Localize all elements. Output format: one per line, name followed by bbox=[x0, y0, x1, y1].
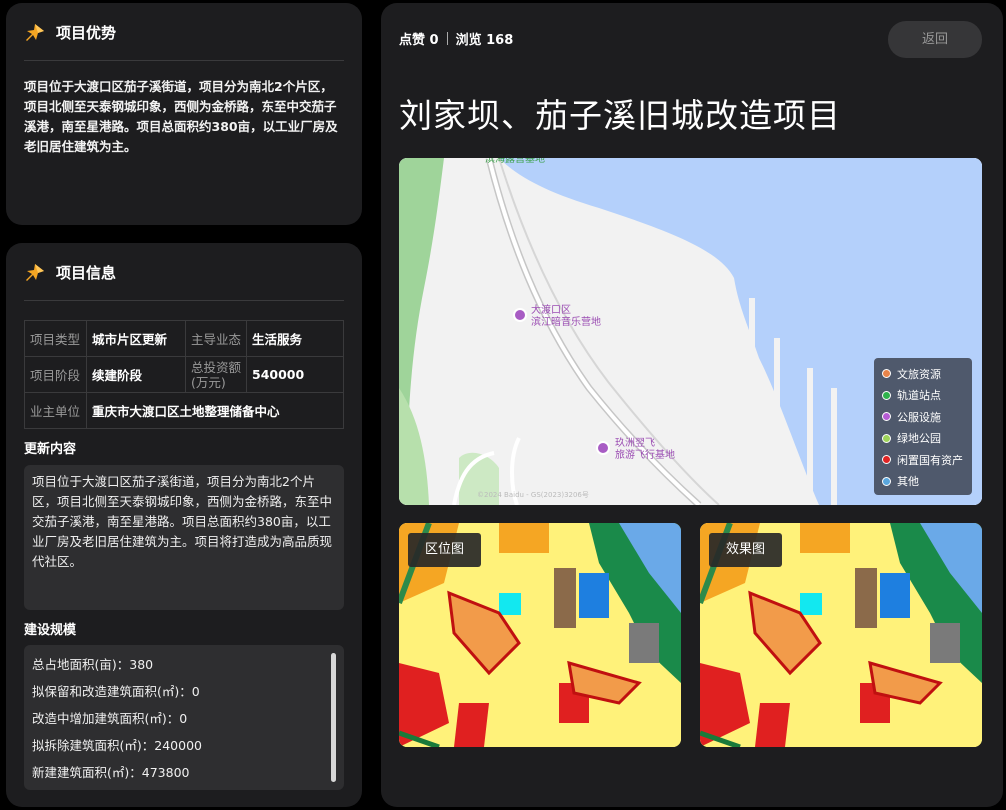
legend-dot-icon bbox=[882, 412, 891, 422]
legend-label: 轨道站点 bbox=[897, 389, 941, 403]
business-label: 主导业态 bbox=[185, 320, 247, 357]
update-content: 项目位于大渡口区茄子溪街道，项目分为南北2个片区，项目北侧至天泰钢城印象，西侧为… bbox=[24, 465, 344, 610]
info-header: 项目信息 bbox=[24, 261, 344, 301]
pin-icon bbox=[26, 24, 44, 41]
legend-item[interactable]: 轨道站点 bbox=[882, 385, 964, 407]
legend-item[interactable]: 闲置国有资产 bbox=[882, 449, 964, 471]
poi-label: 玖洲翌飞 旅游飞行基地 bbox=[615, 438, 675, 461]
invest-label: 总投资额 (万元) bbox=[185, 356, 247, 393]
poi-label: 大渡口区 滨江暗音乐营地 bbox=[531, 305, 601, 328]
project-info-card: 项目信息 项目类型 城市片区更新 主导业态 生活服务 项目阶段 续建阶段 总投资… bbox=[6, 243, 362, 807]
likes-count[interactable]: 点赞 0 bbox=[399, 29, 439, 48]
legend-dot-icon bbox=[882, 390, 891, 400]
thumbnail-label: 效果图 bbox=[709, 533, 782, 567]
advantage-title: 项目优势 bbox=[56, 24, 117, 42]
legend-item[interactable]: 公服设施 bbox=[882, 406, 964, 428]
advantage-header: 项目优势 bbox=[24, 21, 344, 61]
scale-row: 拟保留和改造建筑面积(㎡)：0 bbox=[32, 684, 200, 699]
stats-bar: 点赞 0 浏览 168 bbox=[399, 29, 513, 48]
project-detail-card: 点赞 0 浏览 168 返回 刘家坝、茄子溪旧城改造项目 大渡口区 滨江暗音乐营… bbox=[381, 3, 1003, 807]
page-title: 刘家坝、茄子溪旧城改造项目 bbox=[399, 96, 841, 135]
scale-row: 新建建筑面积(㎡)：473800 bbox=[32, 765, 190, 780]
scale-row: 改造中增加建筑面积(㎡)：0 bbox=[32, 711, 188, 726]
legend-label: 闲置国有资产 bbox=[897, 453, 963, 467]
location-map[interactable]: 大渡口区 滨江暗音乐营地 玖洲翌飞 旅游飞行基地 滨海露营基地 ©2024 Ba… bbox=[399, 158, 982, 505]
location-plan-thumbnail[interactable]: 区位图 bbox=[399, 523, 681, 747]
project-info-table: 项目类型 城市片区更新 主导业态 生活服务 项目阶段 续建阶段 总投资额 (万元… bbox=[24, 320, 344, 429]
scale-row: 总占地面积(亩)：380 bbox=[32, 657, 154, 672]
legend-label: 绿地公园 bbox=[897, 432, 941, 446]
legend-label: 公服设施 bbox=[897, 410, 941, 424]
back-button[interactable]: 返回 bbox=[888, 21, 982, 58]
legend-item[interactable]: 绿地公园 bbox=[882, 428, 964, 450]
business-value: 生活服务 bbox=[246, 320, 344, 357]
type-label: 项目类型 bbox=[24, 320, 87, 357]
scrollbar-thumb[interactable] bbox=[331, 653, 336, 782]
poi-marker-icon[interactable] bbox=[513, 308, 527, 322]
rendering-thumbnail[interactable]: 效果图 bbox=[700, 523, 982, 747]
stage-label: 项目阶段 bbox=[24, 356, 87, 393]
scale-list[interactable]: 总占地面积(亩)：380 拟保留和改造建筑面积(㎡)：0 改造中增加建筑面积(㎡… bbox=[24, 645, 344, 790]
stage-value: 续建阶段 bbox=[86, 356, 186, 393]
legend-item[interactable]: 文旅资源 bbox=[882, 363, 964, 385]
views-count: 浏览 168 bbox=[455, 33, 514, 48]
owner-value: 重庆市大渡口区土地整理储备中心 bbox=[86, 392, 344, 429]
update-title: 更新内容 bbox=[24, 442, 77, 457]
legend-dot-icon bbox=[882, 433, 891, 443]
invest-value: 540000 bbox=[246, 356, 344, 393]
map-copyright: ©2024 Baidu - GS(2023)3206号 bbox=[477, 491, 589, 499]
legend-dot-icon bbox=[882, 476, 891, 486]
poi-label: 滨海露营基地 bbox=[485, 158, 545, 165]
legend-label: 其他 bbox=[897, 475, 919, 489]
scale-row: 拟拆除建筑面积(㎡)：240000 bbox=[32, 738, 202, 753]
divider bbox=[446, 32, 448, 45]
owner-label: 业主单位 bbox=[24, 392, 87, 429]
poi-marker-icon[interactable] bbox=[596, 441, 610, 455]
info-title: 项目信息 bbox=[56, 264, 117, 282]
scrollbar[interactable] bbox=[331, 653, 336, 782]
advantage-text: 项目位于大渡口区茄子溪街道，项目分为南北2个片区，项目北侧至天泰钢城印象，西侧为… bbox=[24, 79, 338, 154]
project-advantage-card: 项目优势 项目位于大渡口区茄子溪街道，项目分为南北2个片区，项目北侧至天泰钢城印… bbox=[6, 3, 362, 225]
legend-dot-icon bbox=[882, 455, 891, 465]
thumbnail-label: 区位图 bbox=[408, 533, 481, 567]
legend-label: 文旅资源 bbox=[897, 367, 941, 381]
legend-item[interactable]: 其他 bbox=[882, 471, 964, 493]
legend-dot-icon bbox=[882, 369, 891, 379]
scale-title: 建设规模 bbox=[24, 623, 77, 638]
type-value: 城市片区更新 bbox=[86, 320, 186, 357]
pin-icon bbox=[26, 264, 44, 281]
map-legend: 文旅资源 轨道站点 公服设施 绿地公园 闲置国有资产 其他 bbox=[874, 358, 972, 495]
